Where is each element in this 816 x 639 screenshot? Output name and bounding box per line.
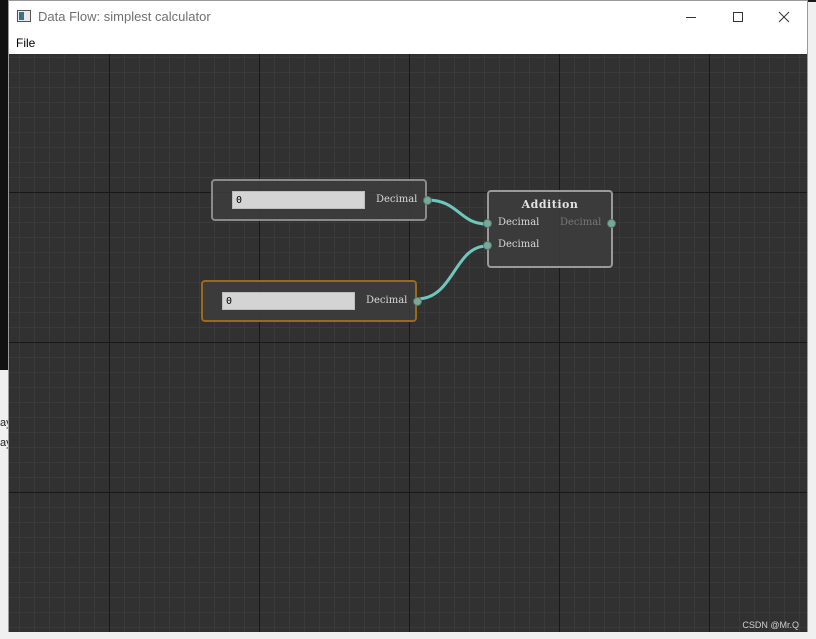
output-port[interactable] [413,297,422,306]
connection-wire[interactable] [426,198,488,226]
menu-file[interactable]: File [16,36,35,50]
node-canvas[interactable]: 0 Decimal 0 Decimal Addition Decimal Dec… [9,54,807,632]
watermark: CSDN @Mr.Q [742,620,799,630]
close-button[interactable] [761,1,807,32]
title-bar[interactable]: Data Flow: simplest calculator [9,1,807,32]
number-input-node[interactable]: 0 Decimal [201,280,422,322]
output-port-label: Decimal [366,295,408,306]
minimize-icon [686,16,696,18]
maximize-icon [733,11,743,22]
number-input-field[interactable]: 0 [222,292,355,310]
menu-bar: File [9,32,807,53]
window-title: Data Flow: simplest calculator [38,9,211,24]
node-title: Addition [521,198,579,211]
minimize-button[interactable] [668,1,714,32]
output-port-label: Decimal [376,194,418,205]
output-port[interactable] [607,219,616,228]
input-port-label: Decimal [498,239,540,250]
connection-layer [416,198,488,301]
desktop-background-left [0,0,8,370]
output-port[interactable] [423,196,432,205]
close-icon [778,11,790,22]
output-port-label: Decimal [560,217,602,228]
input-port[interactable] [483,219,492,228]
number-input-field[interactable]: 0 [232,191,365,209]
app-icon [17,10,31,22]
connection-wire[interactable] [416,244,488,301]
app-window: Data Flow: simplest calculator File 0 De… [8,0,808,632]
maximize-button[interactable] [715,1,761,32]
addition-node[interactable]: Addition Decimal Decimal Decimal [483,190,616,268]
input-port[interactable] [483,241,492,250]
input-port-label: Decimal [498,217,540,228]
number-input-node[interactable]: 0 Decimal [211,179,432,221]
